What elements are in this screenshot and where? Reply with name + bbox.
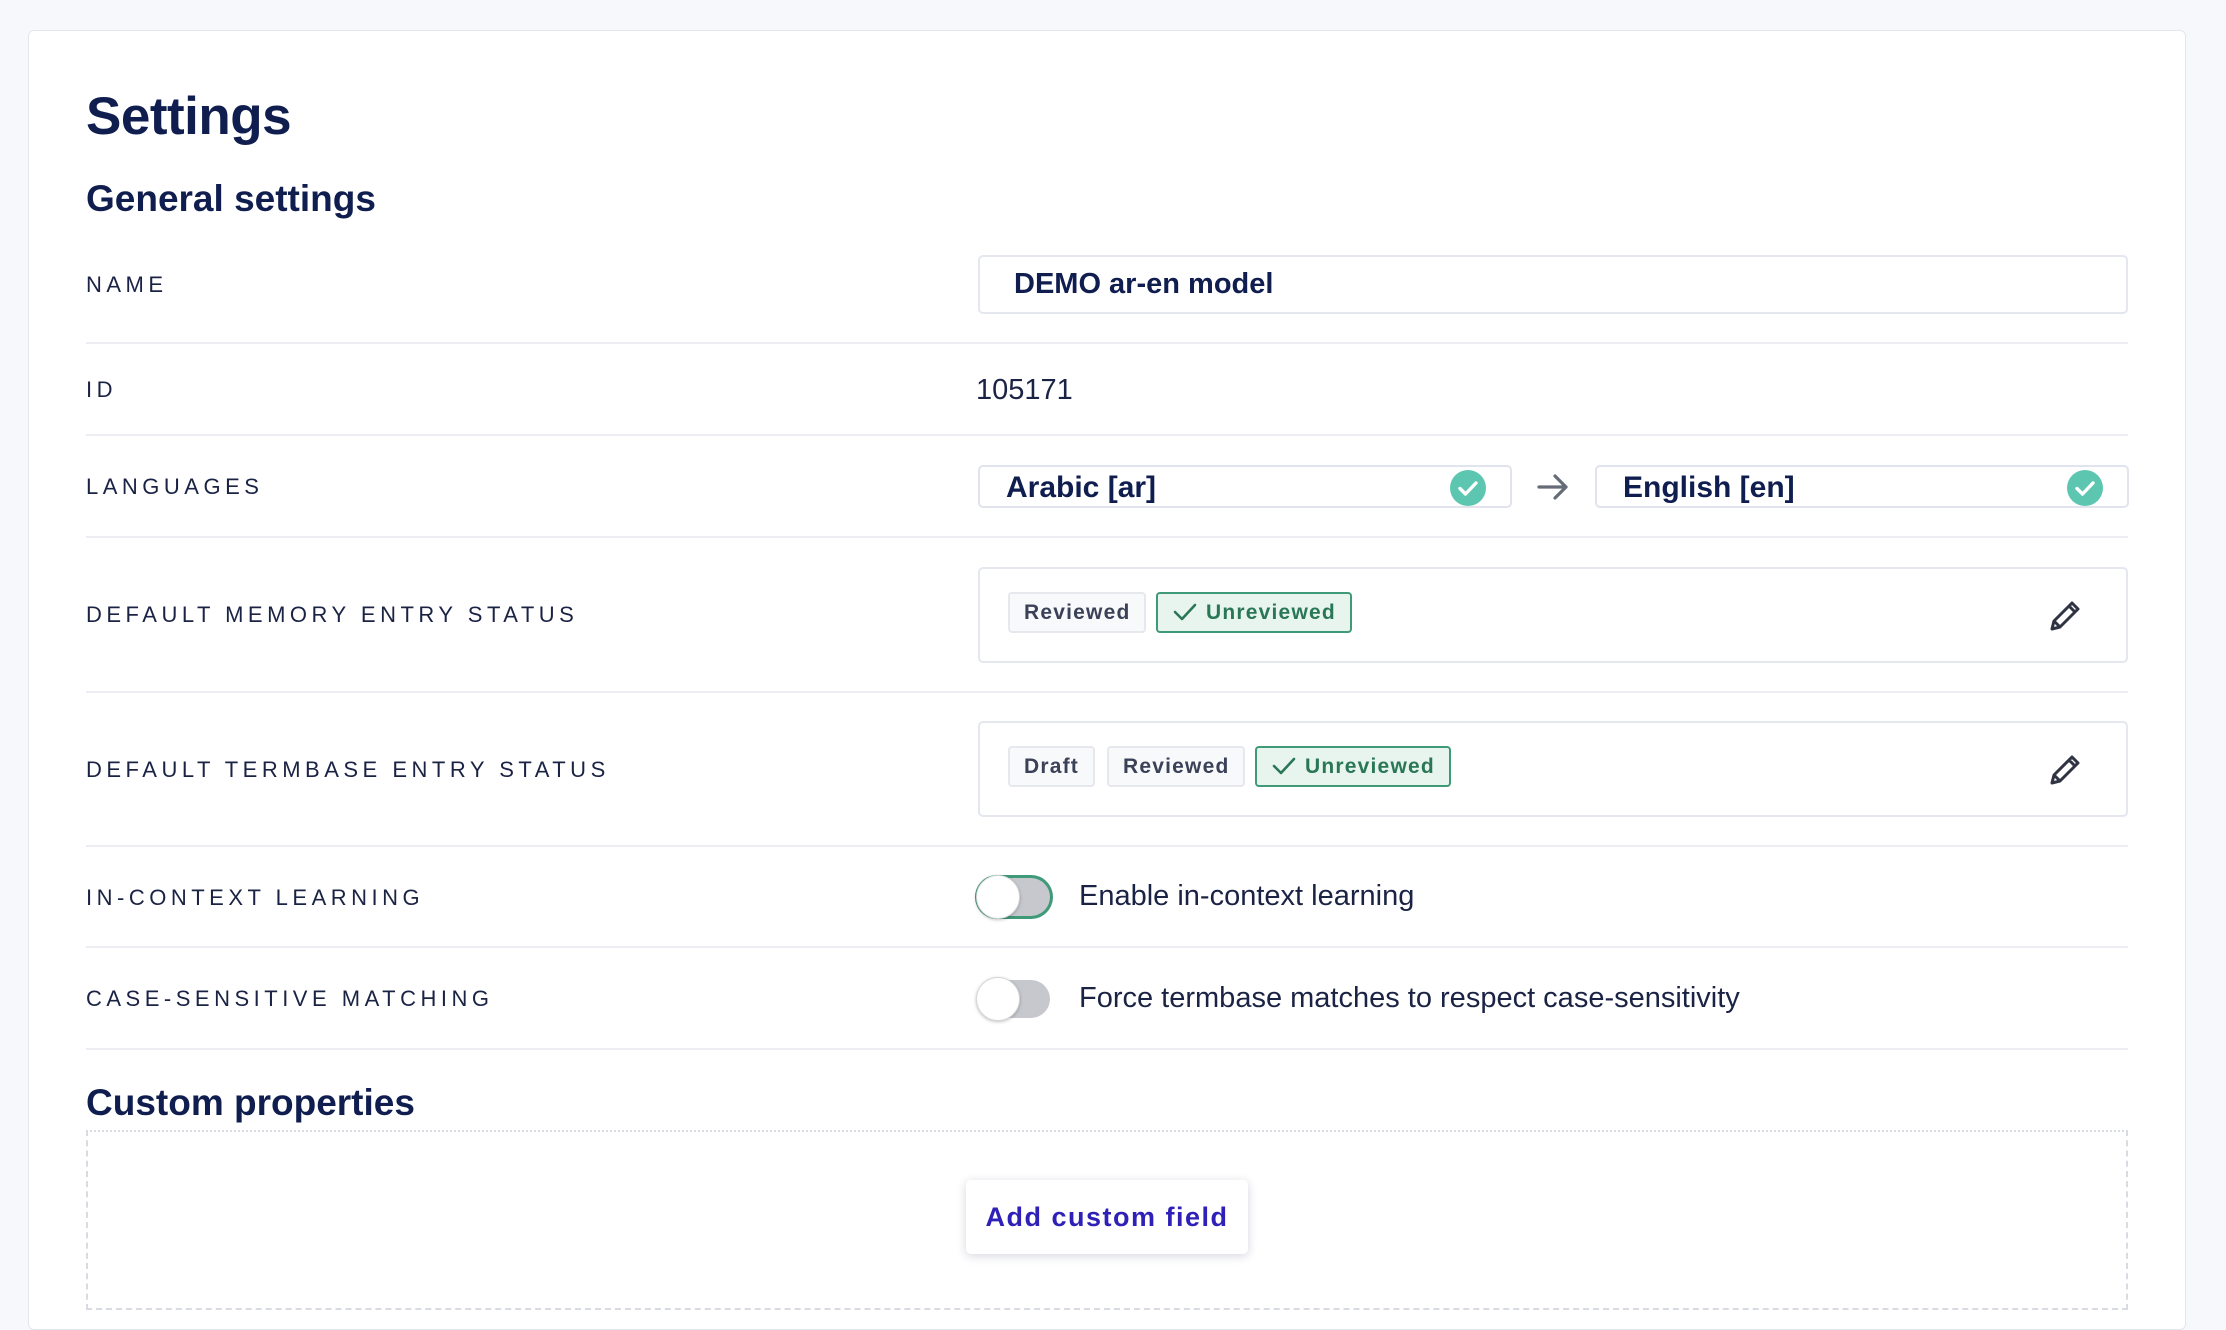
termbase-status-label: DEFAULT TERMBASE ENTRY STATUS	[86, 757, 610, 782]
check-circle-icon	[2067, 470, 2103, 506]
case-sensitive-toggle[interactable]	[976, 977, 1050, 1021]
page-title: Settings	[86, 87, 292, 146]
name-label: NAME	[86, 272, 168, 297]
termbase-status-box: Draft Reviewed Unreviewed	[978, 721, 2128, 817]
general-settings-heading: General settings	[86, 178, 376, 219]
toggle-knob	[976, 977, 1020, 1021]
case-sensitive-text: Force termbase matches to respect case-s…	[1079, 982, 1740, 1014]
termbase-tag-unreviewed[interactable]: Unreviewed	[1255, 746, 1451, 787]
source-language-select[interactable]: Arabic [ar]	[978, 465, 1512, 508]
pencil-edit-icon[interactable]	[2046, 597, 2084, 635]
divider	[86, 536, 2128, 538]
name-input[interactable]: DEMO ar-en model	[978, 255, 2128, 314]
source-language-text: Arabic [ar]	[1006, 471, 1157, 504]
divider	[86, 845, 2128, 847]
divider	[86, 946, 2128, 948]
in-context-learning-label: IN-CONTEXT LEARNING	[86, 885, 425, 910]
case-sensitive-label: CASE-SENSITIVE MATCHING	[86, 986, 494, 1011]
divider	[86, 342, 2128, 344]
arrow-right-icon	[1537, 474, 1568, 500]
add-custom-field-button[interactable]: Add custom field	[966, 1180, 1248, 1254]
memory-status-label: DEFAULT MEMORY ENTRY STATUS	[86, 602, 579, 627]
divider	[86, 691, 2128, 693]
id-value: 105171	[976, 374, 1073, 406]
target-language-text: English [en]	[1623, 471, 1795, 504]
target-language-select[interactable]: English [en]	[1595, 465, 2129, 508]
memory-tag-unreviewed-text: Unreviewed	[1206, 601, 1336, 624]
termbase-tag-unreviewed-text: Unreviewed	[1305, 755, 1435, 778]
divider	[86, 1048, 2128, 1050]
custom-properties-heading: Custom properties	[86, 1082, 415, 1123]
divider	[86, 434, 2128, 436]
memory-tag-reviewed[interactable]: Reviewed	[1008, 592, 1147, 633]
id-label: ID	[86, 377, 117, 402]
in-context-learning-text: Enable in-context learning	[1079, 880, 1415, 912]
languages-label: LANGUAGES	[86, 474, 264, 499]
in-context-learning-toggle[interactable]	[976, 875, 1050, 919]
toggle-knob	[976, 875, 1020, 919]
memory-status-box: Reviewed Unreviewed	[978, 567, 2128, 663]
checkmark-icon	[1173, 603, 1197, 621]
termbase-tag-reviewed[interactable]: Reviewed	[1107, 746, 1246, 787]
memory-tag-unreviewed[interactable]: Unreviewed	[1156, 592, 1352, 633]
termbase-tag-draft[interactable]: Draft	[1008, 746, 1096, 787]
checkmark-icon	[1272, 757, 1296, 775]
pencil-edit-icon[interactable]	[2046, 751, 2084, 789]
check-circle-icon	[1450, 470, 1486, 506]
